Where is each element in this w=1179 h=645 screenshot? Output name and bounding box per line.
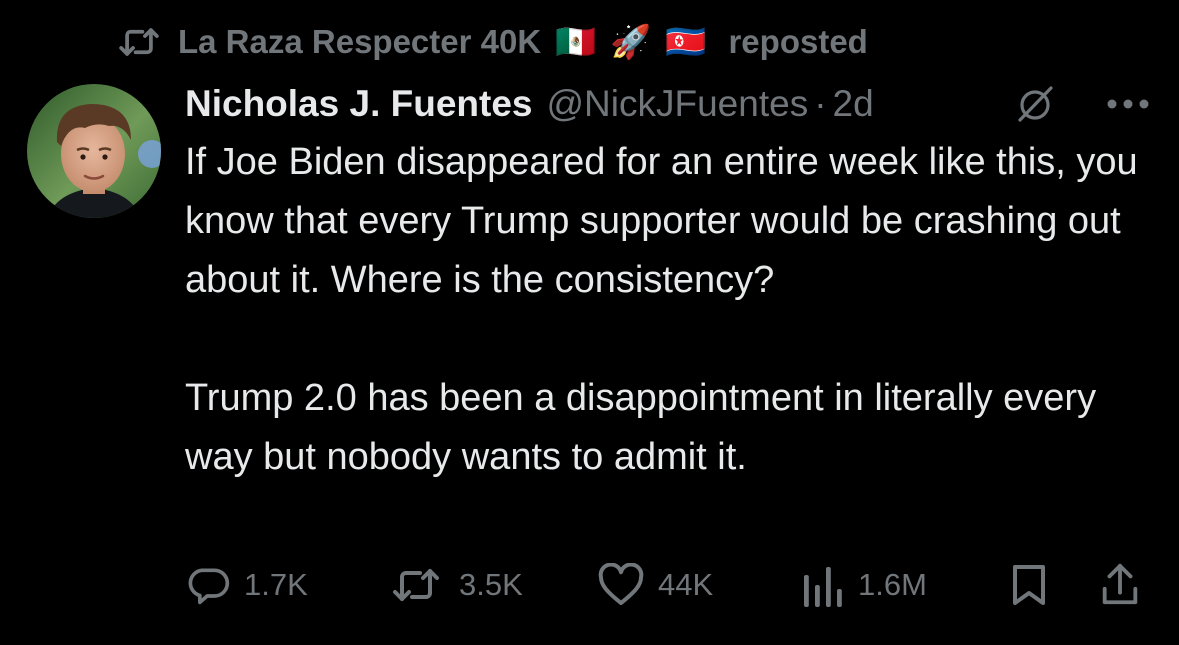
repost-button[interactable]: 3.5K	[385, 560, 523, 610]
north-korea-flag-emoji: 🇰🇵	[665, 22, 707, 60]
tweet-paragraph: If Joe Biden disappeared for an entire w…	[185, 141, 1138, 301]
tweet-paragraph: Trump 2.0 has been a disappointment in l…	[185, 377, 1097, 478]
avatar[interactable]	[27, 84, 161, 218]
action-bar: 1.7K 3.5K 44K 1.6M	[0, 560, 1179, 610]
mexico-flag-emoji: 🇲🇽	[555, 22, 597, 60]
tweet-text: If Joe Biden disappeared for an entire w…	[185, 133, 1165, 487]
grok-icon[interactable]	[1015, 84, 1055, 124]
share-icon	[1102, 563, 1138, 605]
reply-count: 1.7K	[244, 567, 308, 602]
like-count: 44K	[658, 567, 714, 602]
reply-button[interactable]: 1.7K	[186, 560, 308, 610]
avatar-image	[27, 84, 161, 218]
tweet-timestamp[interactable]: 2d	[833, 83, 874, 125]
reply-icon	[188, 568, 230, 605]
more-icon[interactable]	[1105, 97, 1151, 111]
heart-icon	[598, 563, 644, 605]
bookmark-button[interactable]	[1010, 560, 1048, 610]
bookmark-icon	[1013, 565, 1045, 605]
time-separator: ·	[814, 83, 827, 124]
repost-icon	[393, 569, 439, 601]
repost-count: 3.5K	[459, 567, 523, 602]
tweet-header: Nicholas J. Fuentes @NickJFuentes · 2d	[185, 78, 1155, 130]
views-count: 1.6M	[858, 567, 927, 602]
reposter-name[interactable]: La Raza Respecter 40K	[178, 23, 541, 61]
views-button[interactable]: 1.6M	[802, 560, 927, 610]
like-button[interactable]: 44K	[596, 560, 713, 610]
reposted-label: reposted	[728, 23, 868, 60]
author-handle[interactable]: @NickJFuentes	[547, 83, 809, 125]
author-display-name[interactable]: Nicholas J. Fuentes	[185, 83, 533, 125]
share-button[interactable]	[1100, 560, 1140, 610]
repost-header: La Raza Respecter 40K 🇲🇽 🚀 🇰🇵 reposted	[118, 20, 868, 64]
repost-icon	[119, 28, 159, 56]
views-icon	[804, 567, 842, 607]
rocket-emoji: 🚀	[610, 22, 652, 60]
